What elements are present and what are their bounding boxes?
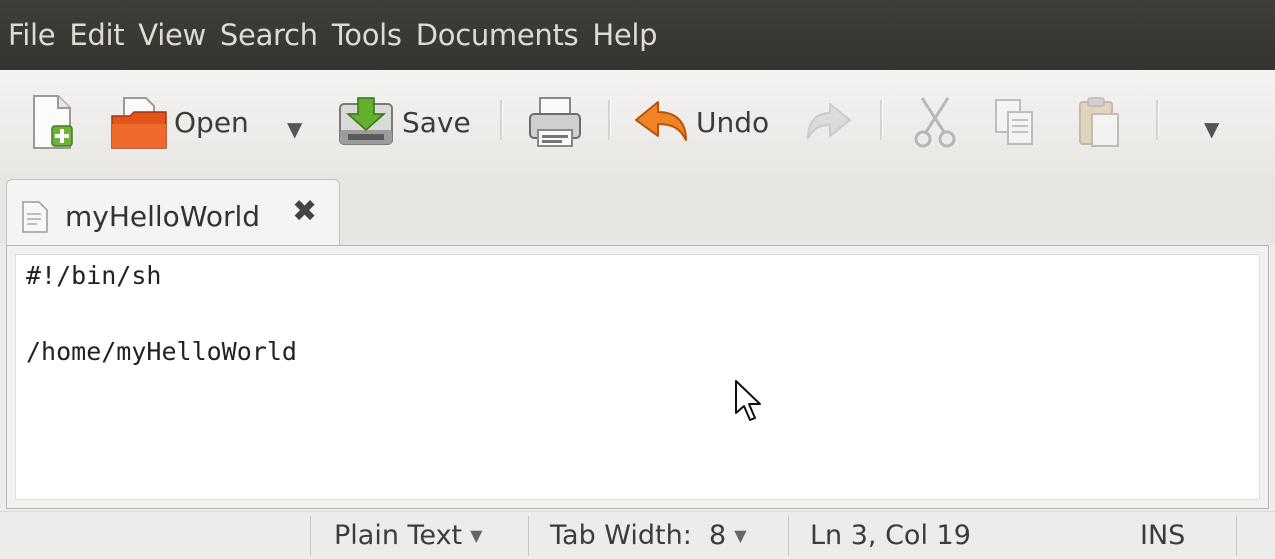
insert-mode-label: INS xyxy=(1140,520,1186,551)
document-tab-strip: myHelloWorld ✖ xyxy=(0,173,1275,251)
mouse-pointer-icon xyxy=(735,380,761,421)
paste-clipboard-icon xyxy=(1079,97,1119,147)
menu-help[interactable]: Help xyxy=(592,18,657,52)
status-divider xyxy=(1236,516,1237,556)
chevron-down-icon: ▼ xyxy=(470,526,483,545)
toolbar-separator xyxy=(1156,100,1159,140)
menu-tools[interactable]: Tools xyxy=(332,18,402,52)
status-divider xyxy=(528,516,529,556)
cursor-position-label: Ln 3, Col 19 xyxy=(810,520,971,551)
menu-file[interactable]: File xyxy=(8,18,56,52)
undo-button[interactable]: Undo xyxy=(632,94,769,150)
tab-myhelloworld[interactable]: myHelloWorld ✖ xyxy=(6,179,340,251)
toolbar-overflow-dropdown[interactable]: ▼ xyxy=(1204,117,1219,141)
tab-width-label: Tab Width: 8 xyxy=(550,520,727,551)
new-button[interactable] xyxy=(30,94,76,150)
undo-arrow-icon xyxy=(635,101,687,141)
text-editor-area[interactable]: #!/bin/sh /home/myHelloWorld xyxy=(15,254,1260,500)
cut-button[interactable] xyxy=(910,94,960,150)
menu-search[interactable]: Search xyxy=(220,18,318,52)
redo-button[interactable] xyxy=(804,94,854,150)
toolbar-separator xyxy=(880,100,883,140)
open-label: Open xyxy=(174,105,249,139)
save-button[interactable]: Save xyxy=(336,94,471,150)
status-divider xyxy=(788,516,789,556)
redo-arrow-icon xyxy=(807,103,851,139)
close-tab-icon[interactable]: ✖ xyxy=(292,194,317,229)
insert-mode-indicator: INS xyxy=(1140,512,1185,559)
cursor-position: Ln 3, Col 19 xyxy=(810,512,971,559)
printer-icon xyxy=(529,97,581,147)
status-bar: Plain Text ▼ Tab Width: 8 ▼ Ln 3, Col 19… xyxy=(0,511,1275,559)
editor-frame: #!/bin/sh /home/myHelloWorld xyxy=(6,245,1269,509)
menu-view[interactable]: View xyxy=(138,18,206,52)
tab-width-selector[interactable]: Tab Width: 8 ▼ xyxy=(550,512,747,559)
copy-button[interactable] xyxy=(990,94,1040,150)
language-label: Plain Text xyxy=(334,520,463,551)
toolbar: Open ▼ Save Undo ▼ xyxy=(0,70,1275,173)
chevron-down-icon: ▼ xyxy=(734,526,747,545)
scissors-icon xyxy=(914,97,956,148)
status-divider xyxy=(310,516,311,556)
open-recent-dropdown[interactable]: ▼ xyxy=(287,117,302,141)
menu-documents[interactable]: Documents xyxy=(416,18,579,52)
code-line-1: #!/bin/sh xyxy=(26,261,162,290)
tab-label: myHelloWorld xyxy=(65,200,261,233)
language-selector[interactable]: Plain Text ▼ xyxy=(334,512,482,559)
menu-bar: File Edit View Search Tools Documents He… xyxy=(0,0,1275,70)
save-label: Save xyxy=(402,105,471,139)
save-disk-icon xyxy=(339,97,393,145)
paste-button[interactable] xyxy=(1074,94,1124,150)
copy-icon xyxy=(995,99,1033,145)
undo-label: Undo xyxy=(696,105,770,139)
new-document-icon xyxy=(33,95,73,149)
code-line-3: /home/myHelloWorld xyxy=(26,337,297,366)
open-button[interactable]: Open xyxy=(110,94,249,150)
toolbar-separator xyxy=(608,100,611,140)
print-button[interactable] xyxy=(526,94,584,150)
open-folder-icon xyxy=(111,97,167,149)
text-file-icon xyxy=(22,201,48,233)
menu-edit[interactable]: Edit xyxy=(69,18,124,52)
toolbar-separator xyxy=(500,100,503,140)
